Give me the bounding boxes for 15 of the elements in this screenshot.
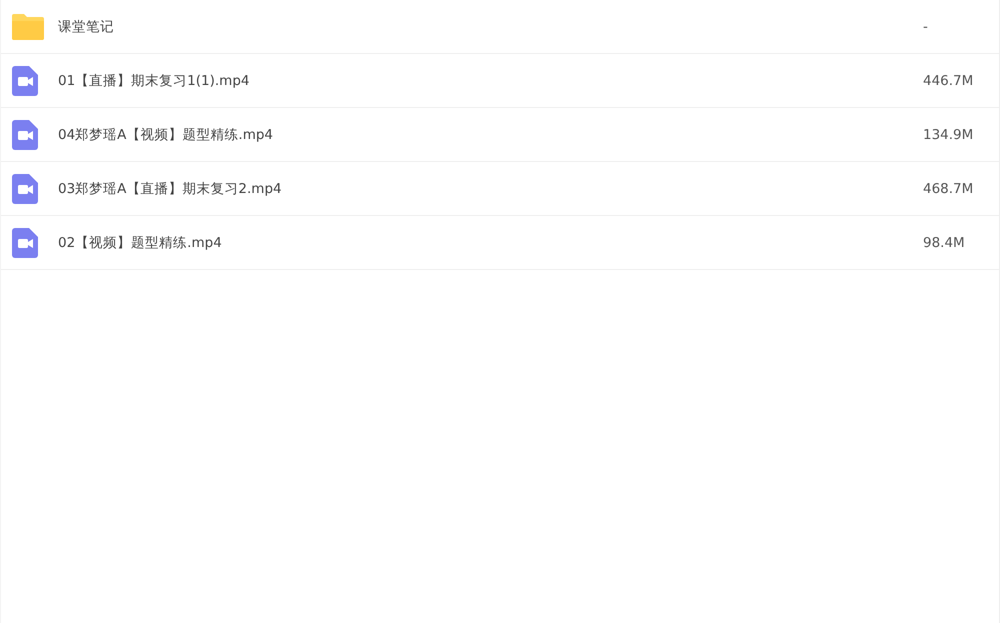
file-name[interactable]: 02【视频】题型精练.mp4 [58, 234, 923, 252]
video-file-icon [12, 66, 38, 96]
file-size: 446.7M [923, 72, 974, 88]
file-size: 468.7M [923, 180, 974, 196]
file-size: 134.9M [923, 126, 974, 142]
file-size: 98.4M [923, 234, 966, 250]
video-file-icon [12, 120, 38, 150]
file-name[interactable]: 03郑梦瑶A【直播】期末复习2.mp4 [58, 180, 923, 198]
video-file-icon [12, 228, 38, 258]
video-file-icon [12, 174, 38, 204]
file-name[interactable]: 01【直播】期末复习1(1).mp4 [58, 72, 923, 90]
file-size: - [923, 18, 929, 34]
file-name[interactable]: 04郑梦瑶A【视频】题型精练.mp4 [58, 126, 923, 144]
file-name[interactable]: 课堂笔记 [58, 18, 923, 36]
folder-icon [12, 14, 44, 40]
